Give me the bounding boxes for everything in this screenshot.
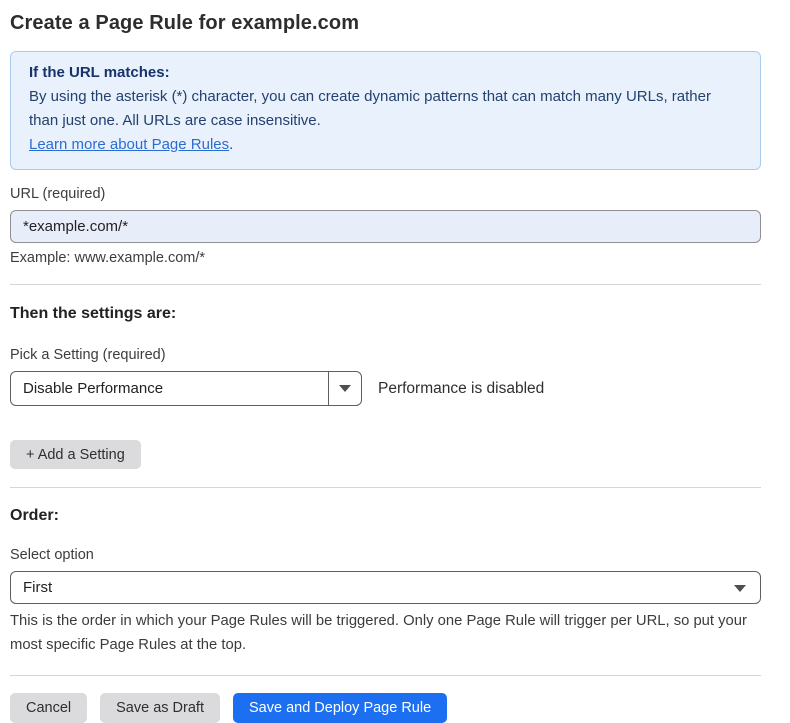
url-example-text: Example: www.example.com/* <box>10 250 761 266</box>
url-input[interactable] <box>10 210 761 243</box>
create-page-rule-form: Create a Page Rule for example.com If th… <box>10 0 761 723</box>
save-as-draft-button[interactable]: Save as Draft <box>100 693 220 723</box>
order-help-text: This is the order in which your Page Rul… <box>10 609 755 657</box>
info-box-body: By using the asterisk (*) character, you… <box>29 85 742 133</box>
order-select[interactable]: First <box>10 571 761 604</box>
chevron-down-icon <box>339 385 351 392</box>
settings-section-heading: Then the settings are: <box>10 305 761 323</box>
url-field-label: URL (required) <box>10 186 761 202</box>
page-title: Create a Page Rule for example.com <box>10 12 761 35</box>
info-box-heading: If the URL matches: <box>29 61 742 85</box>
footer-actions: Cancel Save as Draft Save and Deploy Pag… <box>10 693 761 723</box>
setting-combobox[interactable]: Disable Performance <box>10 371 362 406</box>
setting-status-text: Performance is disabled <box>378 380 544 398</box>
setting-combobox-arrow-button[interactable] <box>328 372 361 405</box>
info-box-link-line: Learn more about Page Rules. <box>29 133 742 157</box>
learn-more-link[interactable]: Learn more about Page Rules <box>29 136 229 153</box>
divider-settings-order <box>10 487 761 488</box>
divider-url-settings <box>10 284 761 285</box>
add-setting-button[interactable]: + Add a Setting <box>10 440 141 469</box>
cancel-button[interactable]: Cancel <box>10 693 87 723</box>
setting-row: Disable Performance Performance is disab… <box>10 371 761 406</box>
link-period: . <box>229 136 233 153</box>
chevron-down-icon <box>734 585 746 592</box>
order-section-heading: Order: <box>10 507 761 525</box>
url-matches-info-box: If the URL matches: By using the asteris… <box>10 51 761 170</box>
pick-setting-label: Pick a Setting (required) <box>10 347 761 363</box>
order-select-value: First <box>23 579 52 596</box>
setting-combobox-value: Disable Performance <box>11 372 328 405</box>
order-select-label: Select option <box>10 547 761 563</box>
divider-footer <box>10 675 761 676</box>
save-and-deploy-button[interactable]: Save and Deploy Page Rule <box>233 693 447 723</box>
